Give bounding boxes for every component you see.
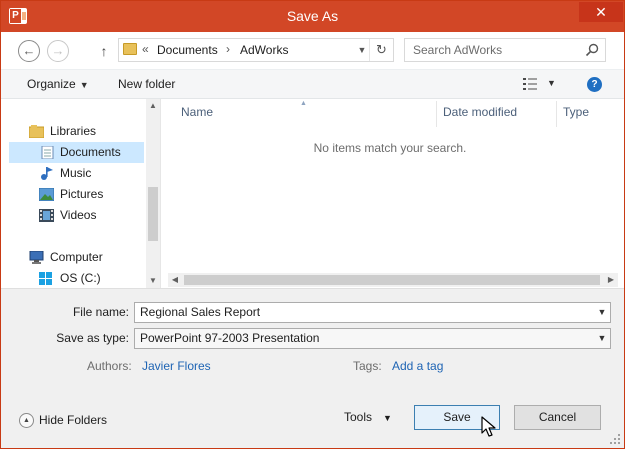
save-as-dialog: P Save As ✕ ← → ↑ « Documents › AdWorks … — [0, 0, 625, 449]
tools-button[interactable]: Tools ▼ — [344, 410, 392, 424]
hide-folders-button[interactable]: ▲ Hide Folders — [19, 413, 108, 429]
search-box — [404, 38, 606, 62]
organize-label: Organize — [27, 77, 76, 91]
up-button[interactable]: ↑ — [96, 41, 112, 61]
tools-label: Tools — [344, 410, 373, 424]
breadcrumb-separator[interactable]: › — [226, 42, 230, 56]
sort-ascending-icon: ▲ — [300, 100, 307, 107]
up-arrow-icon: ↑ — [100, 43, 108, 59]
column-header-type[interactable]: Type — [563, 105, 589, 119]
folder-icon — [123, 43, 137, 55]
command-toolbar: Organize ▼ New folder ▼ ? — [1, 69, 624, 99]
tree-item-computer[interactable]: Computer — [1, 247, 146, 268]
navigation-pane: Libraries Documents Music Pictures Video… — [1, 99, 161, 288]
title-bar: P Save As ✕ — [1, 1, 624, 32]
breadcrumb-documents[interactable]: Documents — [157, 43, 218, 57]
address-row: ← → ↑ « Documents › AdWorks ▼ ↻ — [1, 32, 624, 69]
organize-button[interactable]: Organize ▼ — [27, 77, 89, 91]
music-icon — [41, 167, 53, 180]
hide-folders-label: Hide Folders — [39, 413, 108, 427]
scroll-right-icon[interactable]: ▶ — [604, 273, 618, 287]
help-icon[interactable]: ? — [587, 77, 602, 92]
column-divider[interactable] — [436, 101, 437, 127]
scrollbar-thumb[interactable] — [184, 275, 600, 285]
close-button[interactable]: ✕ — [579, 2, 623, 22]
empty-message: No items match your search. — [313, 141, 467, 155]
tree-item-label: Pictures — [60, 187, 104, 201]
scrollbar-thumb[interactable] — [148, 187, 158, 241]
chevron-down-icon[interactable]: ▼ — [594, 329, 610, 348]
authors-label: Authors: — [87, 359, 132, 373]
authors-value[interactable]: Javier Flores — [142, 359, 211, 373]
chevron-up-icon: ▲ — [19, 413, 34, 429]
tree-item-label: Computer — [50, 250, 103, 264]
tree-item-documents[interactable]: Documents — [9, 142, 144, 163]
tree-item-music[interactable]: Music — [1, 163, 146, 184]
refresh-icon: ↻ — [376, 42, 387, 57]
pictures-icon — [39, 188, 54, 201]
tree-item-pictures[interactable]: Pictures — [1, 184, 146, 205]
save-as-type-select[interactable]: PowerPoint 97-2003 Presentation ▼ — [134, 328, 611, 349]
file-list: ▲ Name Date modified Type No items match… — [162, 99, 624, 288]
save-options-panel: File name: Regional Sales Report ▼ Save … — [1, 288, 624, 448]
view-options-dropdown[interactable]: ▼ — [547, 78, 556, 88]
tree-item-os-c[interactable]: OS (C:) — [1, 268, 146, 289]
column-divider[interactable] — [556, 101, 557, 127]
tree-item-label: OS (C:) — [60, 271, 101, 285]
forward-arrow-icon: → — [51, 43, 65, 58]
tree-item-label: Videos — [60, 208, 97, 222]
column-header-date-modified[interactable]: Date modified — [443, 105, 517, 119]
refresh-button[interactable]: ↻ — [369, 39, 393, 61]
scroll-down-icon[interactable]: ▼ — [146, 274, 160, 288]
column-header-name[interactable]: Name — [181, 105, 213, 119]
breadcrumb-overflow[interactable]: « — [142, 42, 149, 56]
drive-icon — [39, 272, 52, 285]
documents-icon — [41, 146, 54, 159]
file-name-value: Regional Sales Report — [140, 305, 261, 319]
tree-item-label: Libraries — [50, 124, 97, 138]
address-bar[interactable]: « Documents › AdWorks ▼ ↻ — [118, 38, 394, 62]
add-tag-link[interactable]: Add a tag — [392, 359, 443, 373]
chevron-down-icon: ▼ — [357, 45, 367, 55]
save-as-type-value: PowerPoint 97-2003 Presentation — [140, 331, 320, 345]
back-arrow-icon: ← — [22, 43, 36, 58]
chevron-down-icon: ▼ — [383, 413, 392, 423]
file-list-scrollbar[interactable]: ◀ ▶ — [168, 273, 618, 287]
file-name-field[interactable]: Regional Sales Report ▼ — [134, 302, 611, 323]
tree-item-videos[interactable]: Videos — [1, 205, 146, 226]
cancel-button[interactable]: Cancel — [514, 405, 601, 430]
address-history-dropdown[interactable]: ▼ — [355, 41, 369, 59]
resize-grip-icon[interactable] — [610, 434, 620, 444]
search-input[interactable] — [405, 39, 583, 61]
save-as-type-label: Save as type: — [56, 331, 129, 345]
computer-icon — [29, 251, 44, 264]
tree-item-label: Documents — [60, 145, 121, 159]
tree-item-libraries[interactable]: Libraries — [1, 121, 146, 142]
details-view-icon[interactable] — [523, 78, 537, 90]
libraries-icon — [29, 125, 44, 138]
mouse-cursor-icon — [481, 416, 496, 437]
tags-label: Tags: — [353, 359, 382, 373]
videos-icon — [39, 209, 54, 222]
breadcrumb-adworks[interactable]: AdWorks — [240, 43, 288, 57]
forward-button[interactable]: → — [47, 40, 69, 62]
tree-item-label: Music — [60, 166, 92, 180]
back-button[interactable]: ← — [18, 40, 40, 62]
file-name-label: File name: — [72, 305, 129, 319]
scroll-left-icon[interactable]: ◀ — [168, 273, 182, 287]
scroll-up-icon[interactable]: ▲ — [146, 99, 160, 113]
chevron-down-icon[interactable]: ▼ — [594, 303, 610, 322]
nav-pane-scrollbar[interactable]: ▲ ▼ — [146, 99, 160, 288]
search-icon[interactable] — [585, 43, 599, 57]
chevron-down-icon: ▼ — [79, 80, 89, 90]
dialog-title: Save As — [286, 8, 339, 24]
new-folder-button[interactable]: New folder — [118, 77, 175, 91]
